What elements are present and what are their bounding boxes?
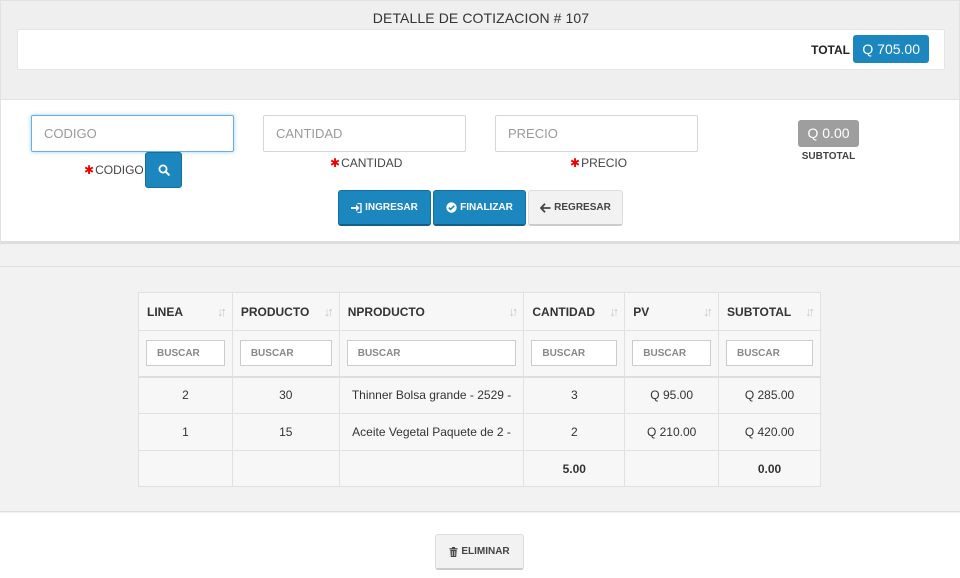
- subtotal-badge: Q 0.00: [798, 120, 859, 147]
- codigo-label-text: CODIGO: [95, 163, 144, 177]
- cell-pv: Q 210.00: [624, 413, 720, 451]
- ingresar-button[interactable]: INGRESAR: [338, 190, 431, 226]
- totals-empty-cell: [138, 450, 233, 487]
- cantidad-label-text: CANTIDAD: [341, 156, 403, 170]
- cell-nproducto: Aceite Vegetal Paquete de 2 -: [338, 413, 525, 451]
- finalizar-label: FINALIZAR: [460, 202, 513, 213]
- search-icon: [158, 164, 170, 176]
- header-panel: DETALLE DE COTIZACION # 107 TOTAL Q 705.…: [0, 0, 960, 100]
- table-row[interactable]: 1 15 Aceite Vegetal Paquete de 2 - 2 Q 2…: [138, 413, 821, 451]
- cell-nproducto: Thinner Bolsa grande - 2529 -: [338, 376, 525, 414]
- filter-cell: [231, 330, 340, 378]
- cantidad-required-label: ✱CANTIDAD: [330, 156, 402, 170]
- totals-empty-cell: [624, 450, 720, 487]
- cell-producto: 15: [231, 413, 340, 451]
- eliminar-button[interactable]: ELIMINAR: [435, 534, 524, 570]
- column-header-label: PRODUCTO: [240, 304, 310, 319]
- cell-pv: Q 95.00: [624, 376, 720, 414]
- sort-icon: ↓↑: [216, 304, 227, 319]
- cell-subtotal: Q 285.00: [718, 376, 821, 414]
- arrow-left-icon: [540, 202, 551, 213]
- total-subtotal: 0.00: [718, 450, 821, 487]
- detail-table-section: LINEA ↓↑ PRODUCTO ↓↑ NPRODUCTO ↓↑ CANTIDAD ↓…: [0, 266, 960, 512]
- filter-linea-input[interactable]: [146, 340, 225, 367]
- subtotal-label: SUBTOTAL: [801, 151, 856, 162]
- filter-cell: [523, 330, 626, 378]
- regresar-label: REGRESAR: [554, 202, 611, 213]
- sort-icon: ↓↑: [508, 304, 518, 319]
- totals-row: 5.00 0.00: [138, 450, 821, 487]
- entry-form: ✱CODIGO ✱CANTIDAD ✱PRECIO Q 0.00 SUBTOTA…: [0, 100, 960, 244]
- cell-cantidad: 2: [523, 413, 626, 451]
- precio-required-label: ✱PRECIO: [570, 156, 627, 170]
- column-header-producto[interactable]: PRODUCTO ↓↑: [231, 292, 340, 331]
- detail-table: LINEA ↓↑ PRODUCTO ↓↑ NPRODUCTO ↓↑ CANTIDAD ↓…: [138, 292, 821, 487]
- filter-cell: [338, 330, 525, 378]
- cell-linea: 1: [138, 413, 233, 451]
- total-bar: TOTAL Q 705.00: [17, 29, 945, 70]
- total-cantidad: 5.00: [523, 450, 626, 487]
- cantidad-input[interactable]: [263, 115, 466, 152]
- cell-producto: 30: [231, 376, 340, 414]
- total-badge: Q 705.00: [853, 35, 929, 63]
- required-asterisk-icon: ✱: [330, 156, 341, 170]
- ingresar-label: INGRESAR: [365, 202, 418, 213]
- filter-producto-input[interactable]: [239, 340, 332, 367]
- filter-row: [138, 330, 821, 378]
- required-asterisk-icon: ✱: [84, 163, 95, 177]
- column-header-cantidad[interactable]: CANTIDAD ↓↑: [523, 292, 626, 331]
- sign-in-icon: [351, 202, 362, 213]
- filter-cell: [718, 330, 821, 378]
- sort-icon: ↓↑: [703, 304, 713, 319]
- filter-subtotal-input[interactable]: [726, 340, 813, 367]
- filter-cell: [624, 330, 720, 378]
- column-header-label: LINEA: [147, 304, 183, 319]
- column-header-linea[interactable]: LINEA ↓↑: [138, 292, 233, 331]
- cell-cantidad: 3: [523, 376, 626, 414]
- header-row: LINEA ↓↑ PRODUCTO ↓↑ NPRODUCTO ↓↑ CANTIDAD ↓…: [138, 292, 821, 331]
- cell-subtotal: Q 420.00: [718, 413, 821, 451]
- required-asterisk-icon: ✱: [570, 156, 581, 170]
- column-header-label: PV: [633, 304, 650, 319]
- filter-nproducto-input[interactable]: [346, 340, 517, 367]
- totals-empty-cell: [231, 450, 340, 487]
- trash-icon: [449, 546, 458, 557]
- filter-pv-input[interactable]: [632, 340, 712, 367]
- sort-icon: ↓↑: [609, 304, 619, 319]
- regresar-button[interactable]: REGRESAR: [528, 190, 623, 226]
- codigo-input[interactable]: [31, 115, 234, 152]
- column-header-nproducto[interactable]: NPRODUCTO ↓↑: [338, 292, 525, 331]
- table-row[interactable]: 2 30 Thinner Bolsa grande - 2529 - 3 Q 9…: [138, 376, 821, 414]
- page-title: DETALLE DE COTIZACION # 107: [372, 10, 590, 26]
- eliminar-label: ELIMINAR: [461, 546, 510, 557]
- column-header-label: NPRODUCTO: [347, 304, 425, 319]
- filter-cantidad-input[interactable]: [531, 340, 618, 367]
- totals-empty-cell: [338, 450, 525, 487]
- column-header-subtotal[interactable]: SUBTOTAL ↓↑: [718, 292, 821, 331]
- total-label: TOTAL: [811, 43, 850, 57]
- bottom-actions: ELIMINAR: [0, 513, 960, 578]
- codigo-required-label: ✱CODIGO: [84, 163, 144, 177]
- column-header-label: CANTIDAD: [532, 304, 596, 319]
- sort-icon: ↓↑: [323, 304, 334, 319]
- precio-input[interactable]: [495, 115, 698, 152]
- cell-linea: 2: [138, 376, 233, 414]
- column-header-label: SUBTOTAL: [727, 304, 792, 319]
- sort-icon: ↓↑: [805, 304, 815, 319]
- check-circle-icon: [446, 202, 457, 213]
- finalizar-button[interactable]: FINALIZAR: [433, 190, 526, 226]
- search-button[interactable]: [145, 152, 182, 188]
- filter-cell: [138, 330, 233, 378]
- column-header-pv[interactable]: PV ↓↑: [624, 292, 720, 331]
- precio-label-text: PRECIO: [581, 156, 628, 170]
